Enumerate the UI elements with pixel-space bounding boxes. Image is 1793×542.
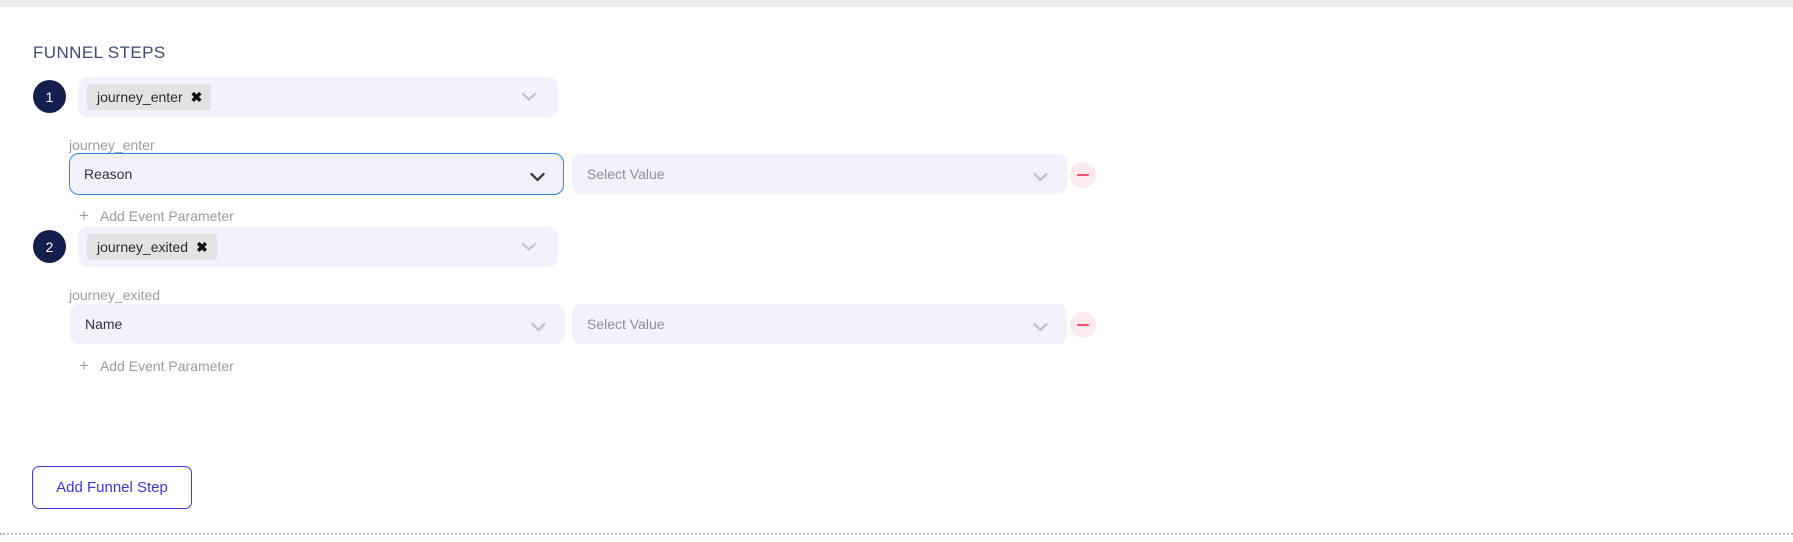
param-name-value: Reason bbox=[84, 166, 133, 182]
event-chip-2[interactable]: journey_exited ✖ bbox=[87, 234, 217, 260]
add-event-parameter-label: Add Event Parameter bbox=[99, 357, 234, 374]
remove-parameter-button-1[interactable] bbox=[1070, 162, 1096, 188]
param-label-2: journey_exited bbox=[69, 287, 161, 303]
add-funnel-step-button[interactable]: Add Funnel Step bbox=[32, 466, 192, 509]
plus-icon: + bbox=[79, 206, 89, 225]
top-strip bbox=[0, 0, 1793, 7]
minus-icon bbox=[1077, 323, 1089, 327]
event-multiselect-2[interactable]: journey_exited ✖ bbox=[78, 227, 558, 267]
event-chip-label: journey_exited bbox=[97, 239, 189, 255]
param-value-select-2[interactable]: Select Value bbox=[572, 304, 1067, 344]
param-name-value: Name bbox=[85, 316, 123, 332]
funnel-steps-panel: FUNNEL STEPS 1 journey_enter ✖ journey_e… bbox=[0, 7, 1793, 535]
param-value-placeholder: Select Value bbox=[587, 166, 665, 182]
param-name-select-1[interactable]: Reason bbox=[69, 153, 564, 195]
minus-icon bbox=[1077, 173, 1089, 177]
add-event-parameter-label: Add Event Parameter bbox=[99, 207, 234, 224]
param-label-1: journey_enter bbox=[69, 137, 155, 153]
chevron-down-icon bbox=[1033, 169, 1048, 182]
event-chip-1[interactable]: journey_enter ✖ bbox=[87, 84, 212, 110]
plus-icon: + bbox=[79, 356, 89, 375]
step-number-badge: 1 bbox=[33, 80, 66, 113]
step-number-badge: 2 bbox=[33, 230, 66, 263]
chip-remove-icon[interactable]: ✖ bbox=[196, 240, 208, 254]
param-value-select-1[interactable]: Select Value bbox=[572, 154, 1067, 194]
add-event-parameter-button-1[interactable]: + Add Event Parameter bbox=[79, 207, 234, 224]
chevron-down-icon bbox=[1033, 319, 1048, 332]
chevron-down-icon bbox=[522, 92, 536, 102]
chevron-down-icon bbox=[531, 319, 546, 332]
param-name-select-2[interactable]: Name bbox=[70, 304, 565, 344]
add-event-parameter-button-2[interactable]: + Add Event Parameter bbox=[79, 357, 234, 374]
event-chip-label: journey_enter bbox=[97, 89, 183, 105]
param-value-placeholder: Select Value bbox=[587, 316, 665, 332]
page-title: FUNNEL STEPS bbox=[33, 43, 166, 62]
funnel-steps-screen: FUNNEL STEPS 1 journey_enter ✖ journey_e… bbox=[0, 0, 1793, 542]
remove-parameter-button-2[interactable] bbox=[1070, 312, 1096, 338]
chevron-down-icon bbox=[530, 169, 545, 182]
chip-remove-icon[interactable]: ✖ bbox=[191, 90, 203, 104]
event-multiselect-1[interactable]: journey_enter ✖ bbox=[78, 77, 558, 117]
chevron-down-icon bbox=[522, 242, 536, 252]
